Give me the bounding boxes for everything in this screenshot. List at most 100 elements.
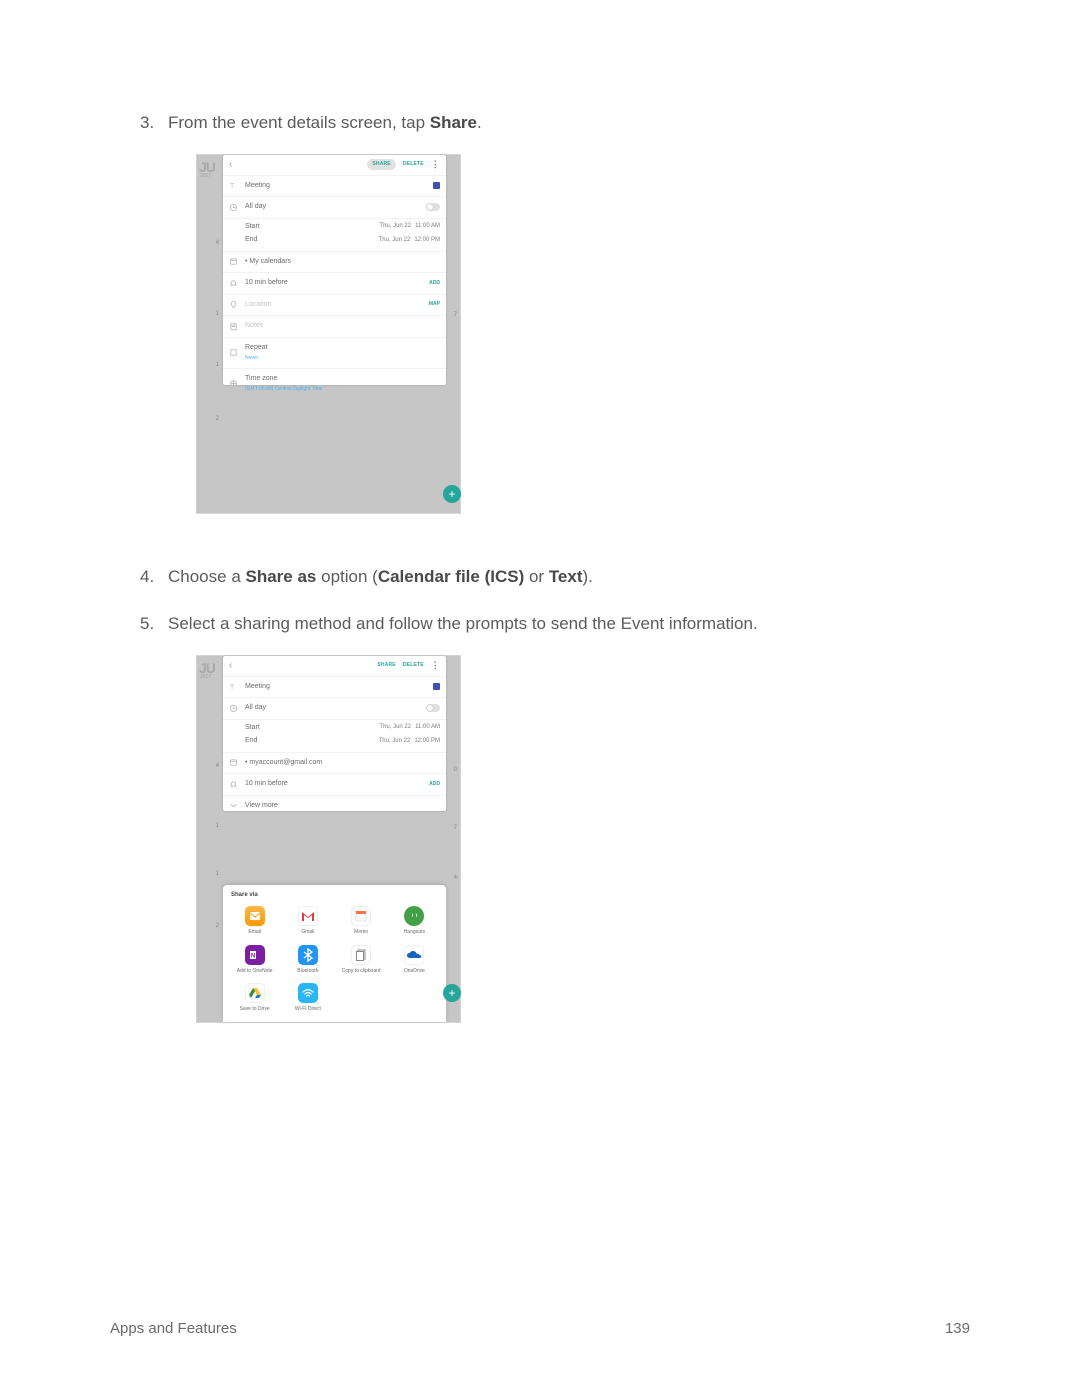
end-row[interactable]: End Thu, Jun 2212:00 PM: [223, 736, 446, 752]
date-num: 0: [454, 766, 457, 775]
map-button[interactable]: MAP: [429, 301, 440, 309]
reminder-row[interactable]: 10 min before ADD: [223, 272, 446, 294]
title-row[interactable]: T Meeting: [223, 175, 446, 197]
more-icon[interactable]: ⋮: [431, 158, 440, 172]
fab-add[interactable]: [443, 984, 461, 1002]
share-app-email[interactable]: Email: [231, 906, 278, 937]
left-date-strip: 4 1 1 2: [197, 656, 223, 1022]
date-num: 2: [197, 415, 219, 424]
reminder-label: 10 min before: [245, 779, 422, 790]
share-app-clipboard[interactable]: Copy to clipboard: [338, 945, 385, 976]
title-icon: T: [229, 682, 238, 691]
color-swatch[interactable]: [433, 182, 440, 189]
date-num: 4: [197, 762, 219, 771]
step-text: From the event details screen, tap: [168, 113, 430, 132]
add-button[interactable]: ADD: [429, 781, 440, 789]
app-label: Wi-Fi Direct: [284, 1006, 331, 1014]
share-bold: Share: [430, 113, 477, 132]
calendar-row[interactable]: • My calendars: [223, 251, 446, 273]
step-3: 3. From the event details screen, tap Sh…: [140, 110, 970, 542]
chevron-down-icon: [229, 801, 238, 810]
clock-icon: [229, 704, 238, 713]
share-app-memo[interactable]: Memo: [338, 906, 385, 937]
calendar-value: • My calendars: [245, 257, 440, 268]
add-button[interactable]: ADD: [429, 280, 440, 288]
footer-section: Apps and Features: [110, 1320, 237, 1337]
share-app-hangouts[interactable]: Hangouts: [391, 906, 438, 937]
date-num: 2: [197, 922, 219, 931]
end-date: Thu, Jun 22: [379, 236, 411, 245]
date-num: 1: [197, 822, 219, 831]
share-app-gmail[interactable]: Gmail: [284, 906, 331, 937]
back-icon[interactable]: ‹: [229, 658, 232, 673]
share-app-wifidirect[interactable]: Wi-Fi Direct: [284, 983, 331, 1014]
share-app-drive[interactable]: Save to Drive: [231, 983, 278, 1014]
viewmore-row[interactable]: View more: [223, 795, 446, 817]
start-date: Thu, Jun 22: [379, 723, 411, 732]
end-row[interactable]: End Thu, Jun 2212:00 PM: [223, 235, 446, 251]
notes-row[interactable]: Notes: [223, 315, 446, 337]
share-sheet-title: Share via: [231, 891, 438, 900]
app-label: Copy to clipboard: [338, 968, 385, 976]
svg-text:T: T: [230, 682, 235, 691]
date-num: 1: [197, 310, 219, 319]
allday-toggle[interactable]: [426, 203, 440, 211]
start-row[interactable]: Start Thu, Jun 2211:00 AM: [223, 719, 446, 737]
app-label: Hangouts: [391, 929, 438, 937]
share-app-bluetooth[interactable]: Bluetooth: [284, 945, 331, 976]
back-icon[interactable]: ‹: [229, 157, 232, 172]
event-title: Meeting: [245, 181, 426, 192]
app-label: Save to Drive: [231, 1006, 278, 1014]
delete-button[interactable]: DELETE: [403, 662, 424, 670]
delete-button[interactable]: DELETE: [403, 161, 424, 169]
step-number: 4.: [140, 564, 168, 590]
location-row[interactable]: Location MAP: [223, 294, 446, 316]
date-num: 7: [454, 824, 457, 833]
start-row[interactable]: Start Thu, Jun 2211:00 AM: [223, 218, 446, 236]
allday-label: All day: [245, 202, 419, 213]
color-swatch[interactable]: [433, 683, 440, 690]
notes-placeholder: Notes: [245, 321, 440, 332]
start-label: Start: [245, 723, 372, 734]
title-row[interactable]: T Meeting: [223, 676, 446, 698]
timezone-row[interactable]: Time zone (GMT-05:00) Central Daylight T…: [223, 368, 446, 399]
repeat-row[interactable]: Repeat Never: [223, 337, 446, 368]
event-panel: ‹ SHARE DELETE ⋮ T Meeting: [223, 155, 446, 385]
step-text: Select a sharing method and follow the p…: [168, 614, 758, 633]
allday-row: All day: [223, 697, 446, 719]
share-app-onedrive[interactable]: OneDrive: [391, 945, 438, 976]
step-4: 4. Choose a Share as option (Calendar fi…: [140, 564, 970, 590]
viewmore-label: View more: [245, 801, 440, 812]
t: option (: [316, 567, 377, 586]
allday-toggle[interactable]: [426, 704, 440, 712]
start-label: Start: [245, 222, 372, 233]
app-label: Add to OneNote: [231, 968, 278, 976]
title-icon: T: [229, 181, 238, 190]
share-apps-grid: Email Gmail: [231, 906, 438, 1014]
app-label: Gmail: [284, 929, 331, 937]
end-time: 12:00 PM: [414, 236, 440, 245]
step-text-tail: .: [477, 113, 482, 132]
start-time: 11:00 AM: [415, 222, 440, 231]
share-button[interactable]: SHARE: [377, 662, 396, 670]
end-label: End: [245, 235, 372, 246]
step-body: Select a sharing method and follow the p…: [168, 611, 970, 1051]
reminder-row[interactable]: 10 min before ADD: [223, 773, 446, 795]
share-app-onenote[interactable]: N Add to OneNote: [231, 945, 278, 976]
panel-header: ‹ SHARE DELETE ⋮: [223, 656, 446, 676]
repeat-icon: [229, 348, 238, 357]
fab-add[interactable]: [443, 485, 461, 503]
left-date-strip: 4 1 1 2: [197, 155, 223, 513]
repeat-sub: Never: [245, 355, 440, 363]
account-value: • myaccount@gmail.com: [245, 758, 440, 769]
share-button[interactable]: SHARE: [367, 159, 396, 171]
account-row[interactable]: • myaccount@gmail.com: [223, 752, 446, 774]
location-placeholder: Location: [245, 300, 422, 311]
calendar-icon: [229, 758, 238, 767]
step-5: 5. Select a sharing method and follow th…: [140, 611, 970, 1051]
footer-page: 139: [945, 1320, 970, 1337]
screenshot-share-sheet: JU 2017 4 1 1 2 0 7 4: [196, 655, 461, 1023]
pin-icon: [229, 300, 238, 309]
more-icon[interactable]: ⋮: [431, 659, 440, 673]
clock-icon: [229, 203, 238, 212]
